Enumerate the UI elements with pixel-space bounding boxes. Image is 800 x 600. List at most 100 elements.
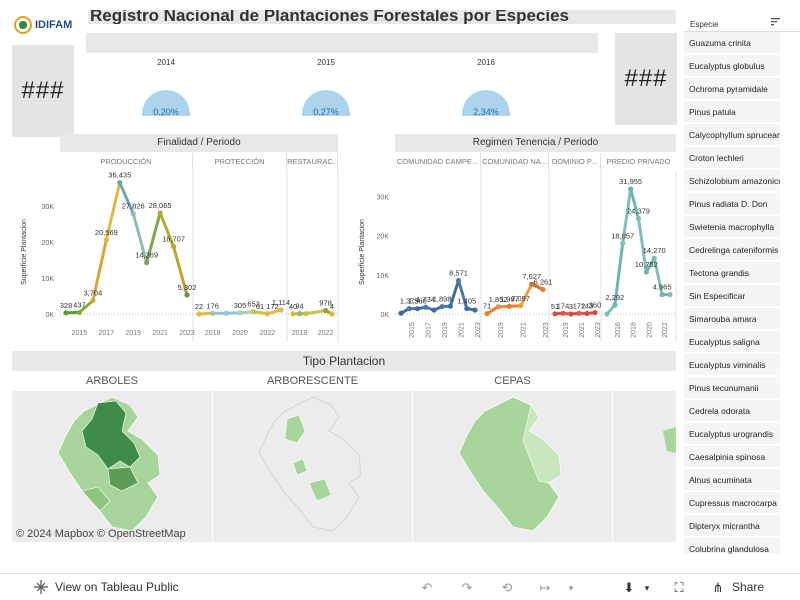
species-list-item[interactable]: Pinus patula [684,101,780,124]
species-list-item[interactable]: Swietenia macrophylla [684,216,780,239]
species-list-item[interactable]: Simarouba amara [684,308,780,331]
undo-icon[interactable]: ↶ [420,581,434,595]
species-list-item[interactable]: Pinus tecunumanii [684,377,780,400]
percent-bubble[interactable]: 0.27% [302,90,350,117]
map-arboles[interactable] [12,391,212,542]
view-on-tableau-link[interactable]: View on Tableau Public [55,580,179,594]
logo-icon [14,16,32,34]
share-icon[interactable]: ⋔ [711,581,725,595]
data-point [643,269,649,275]
data-point [651,255,657,261]
download-icon[interactable]: ⬇ [622,581,636,595]
revert-icon[interactable]: ⟲ [500,581,514,595]
species-list-item[interactable]: Tectona grandis [684,262,780,285]
data-point [455,277,462,284]
map-attribution[interactable]: © 2024 Mapbox © OpenStreetMap [16,528,186,540]
data-point [144,259,150,266]
fullscreen-icon[interactable]: ⛶ [672,581,686,595]
x-tick-label: 2016 [615,322,622,338]
data-label: 24,379 [627,207,650,216]
species-list-item[interactable]: Eucalyptus urograndis [684,423,780,446]
x-tick-label: 2018 [205,330,221,337]
data-point [628,186,634,192]
data-point [612,302,618,308]
map-fourth[interactable] [613,391,676,542]
species-list-item[interactable]: Croton lechleri [684,147,780,170]
data-label: 328 [60,301,73,310]
share-button[interactable]: Share [732,580,764,594]
data-point [447,303,453,309]
data-label: 4 [330,302,334,311]
species-list-item[interactable]: Alnus acuminata [684,469,780,492]
species-list-item[interactable]: Calycophyllum spruceanum [684,124,780,147]
series-segment [304,308,327,316]
data-label: 4,965 [653,283,672,292]
data-label: 3,704 [83,289,102,298]
species-list-item[interactable]: Cedrela odorata [684,400,780,423]
peru-map-partial [613,391,676,542]
data-label: 174 [557,301,570,310]
species-list-item[interactable]: Sin Especificar [684,285,780,308]
percent-bubble[interactable]: 2.34% [462,90,510,117]
data-label: 360 [589,301,602,310]
data-label: 6,261 [534,277,553,286]
data-point [518,303,524,309]
tenencia-chart-title: Regimen Tenencia / Periodo [395,134,676,152]
data-point [278,307,284,313]
species-filter-list: Especie Guazuma crinita Eucalyptus globul… [684,14,800,554]
data-point [90,298,96,304]
species-list-item[interactable]: Schizolobium amazonicum [684,170,780,193]
species-list-item[interactable]: Caesalpinia spinosa [684,446,780,469]
chevron-down-icon[interactable]: ▾ [564,581,578,595]
tenencia-group-header: COMUNIDAD CAMPE... [395,153,481,171]
x-tick-label: 2018 [292,330,308,337]
species-list-item[interactable]: Dipteryx micrantha [684,515,780,538]
species-list-item[interactable]: Pinus radiata D. Don [684,193,780,216]
data-point [506,303,512,309]
species-list-item[interactable]: Cedrelinga cateniformis [684,239,780,262]
data-point [431,307,437,313]
species-list-item[interactable]: Cupressus macrocarpa [684,492,780,515]
data-label: 27,826 [122,202,145,211]
data-point [329,311,335,317]
data-point [237,310,243,316]
x-tick-label: 2021 [459,322,466,338]
chevron-down-icon[interactable]: ▾ [640,581,654,595]
map-cepas[interactable] [413,391,612,542]
kpi-right: ### [615,33,677,125]
data-point [210,310,216,316]
data-point [322,307,329,314]
tenencia-line-chart: Superficie Plantacion0K10K20K30K1,3751,3… [359,172,677,342]
species-list-item[interactable]: Ochroma pyramidale [684,78,780,101]
map-arborescente[interactable] [213,391,412,542]
data-point [576,310,582,316]
species-list-item[interactable]: Guazuma crinita [684,32,780,55]
finalidad-line-chart: Superficie Plantacion 0K 10K 20K 30K 328 437 3,… [21,172,339,342]
logo-text: IDIFAM [35,19,73,31]
sort-icon[interactable] [771,18,780,26]
percent-value: 2.34% [473,107,499,117]
percent-bubble[interactable]: 0.20% [142,90,190,117]
data-point [592,309,598,316]
data-point [667,291,673,298]
refresh-icon[interactable]: ↦ [538,581,552,595]
y-axis-title: Superficie Plantacion [21,219,28,285]
data-point [659,291,665,298]
data-point [560,310,566,316]
redo-icon[interactable]: ↷ [460,581,474,595]
species-list-item[interactable]: Colubrina glandulosa [684,538,780,554]
data-point [484,311,490,317]
year-label: 2016 [477,58,495,67]
species-list-item[interactable]: Eucalyptus viminalis [684,354,780,377]
data-label: 8,571 [449,268,468,277]
data-label: 176 [206,301,219,310]
x-tick-label: 2023 [543,322,550,338]
tipo-plantacion-title: Tipo Plantacion [12,351,676,371]
data-label: 94 [295,302,303,311]
species-list-item[interactable]: Eucalyptus saligna [684,331,780,354]
data-point [170,243,177,250]
x-tick-label: 2022 [260,330,276,337]
data-point [495,304,501,310]
peru-map-cepas [413,391,612,542]
species-list-item[interactable]: Eucalyptus globulus [684,55,780,78]
